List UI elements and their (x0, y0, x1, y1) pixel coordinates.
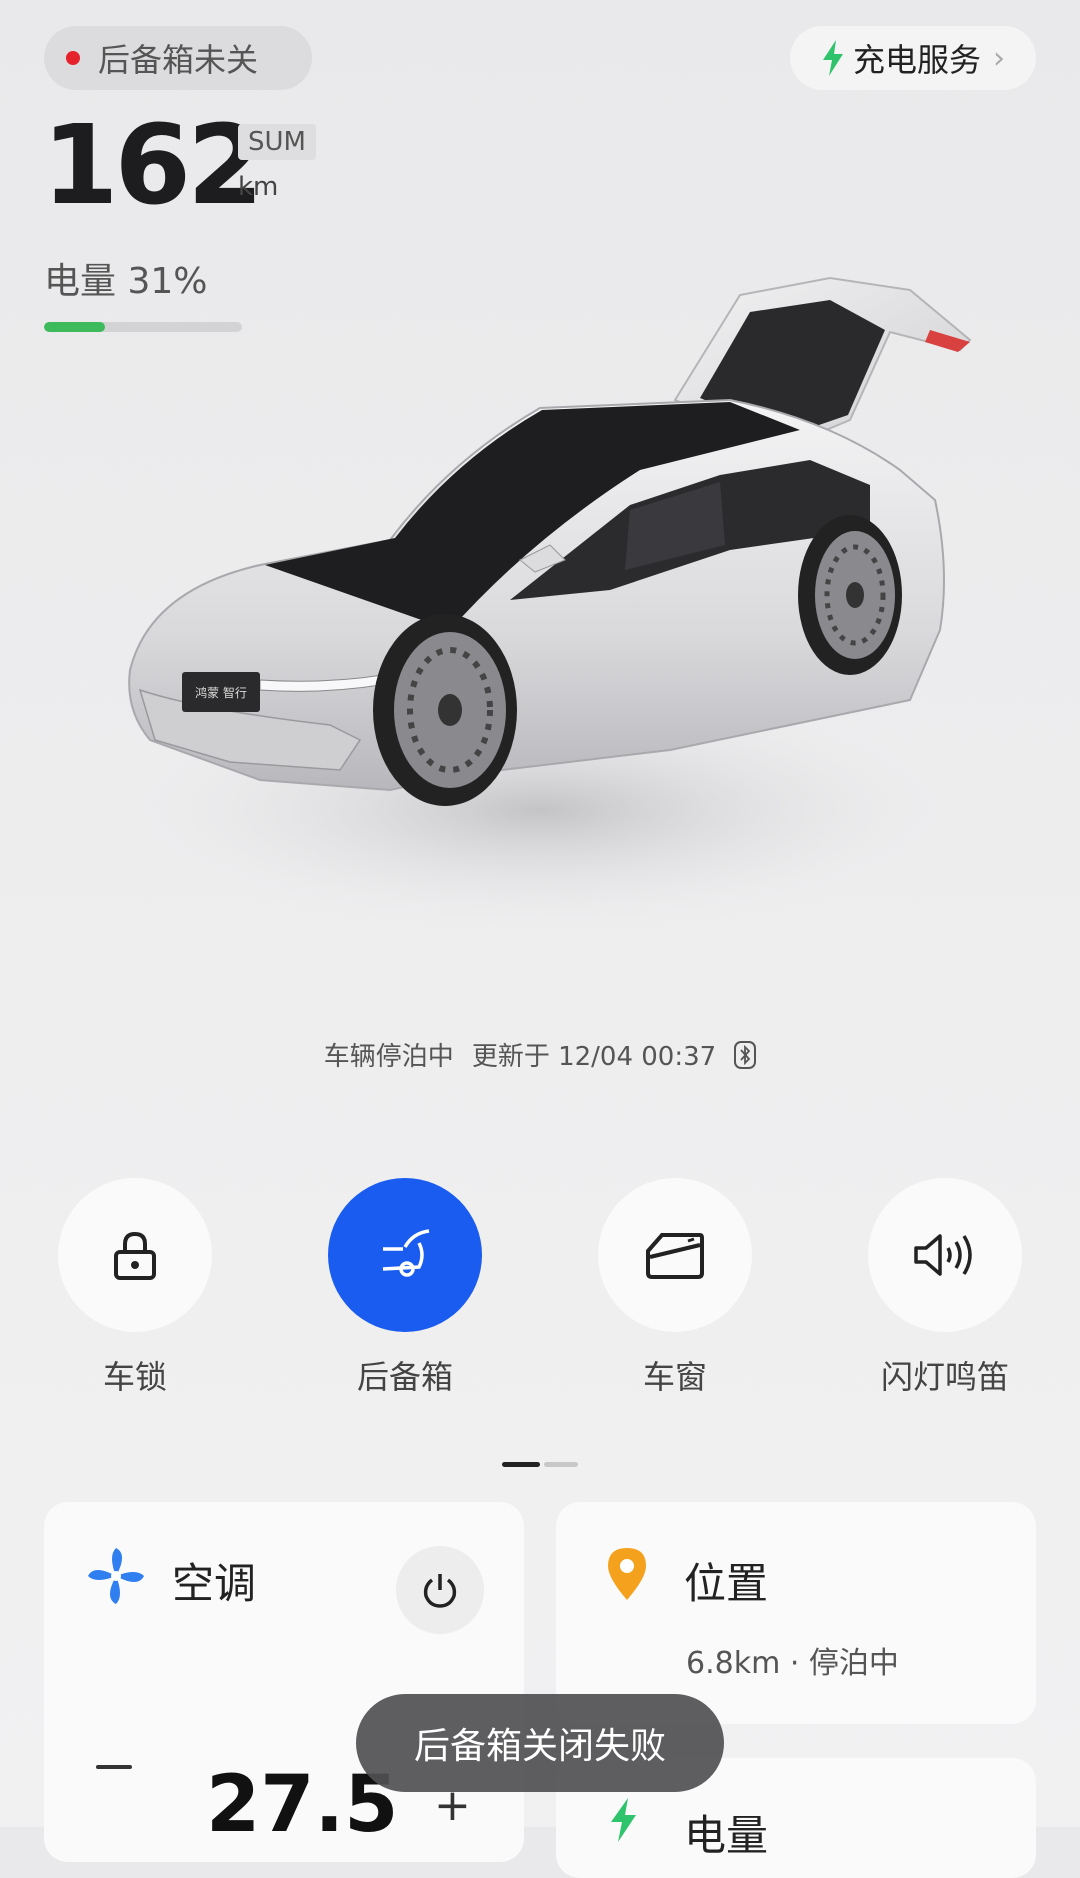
flash-honk-label: 闪灯鸣笛 (880, 1358, 1009, 1396)
climate-power-button[interactable] (396, 1546, 484, 1634)
trunk-close-failed-toast: 后备箱关闭失败 (356, 1694, 724, 1792)
lock-icon (114, 1231, 156, 1280)
trunk-status-text: 后备箱未关 (98, 41, 259, 79)
fan-icon (88, 1548, 144, 1604)
chevron-right-icon: › (993, 40, 1005, 76)
power-title: 电量 (684, 1811, 769, 1860)
temperature-decrease-button[interactable] (96, 1765, 132, 1769)
page-indicator-inactive (544, 1462, 578, 1467)
charge-service-button[interactable]: 充电服务 › (790, 26, 1036, 90)
plate-logo-text: 鸿蒙 智行 (195, 685, 247, 700)
status-dot-icon (66, 51, 80, 65)
page-indicator (502, 1462, 578, 1467)
vehicle-update-status: 车辆停泊中 更新于 12/04 00:37 (0, 1036, 1080, 1073)
page-indicator-active (502, 1462, 540, 1467)
lock-control[interactable]: 车锁 (58, 1178, 212, 1398)
location-title: 位置 (684, 1559, 769, 1608)
vehicle-illustration[interactable]: 鸿蒙 智行 (110, 270, 990, 950)
trunk-button[interactable] (328, 1178, 482, 1332)
trunk-status-pill[interactable]: 后备箱未关 (44, 26, 312, 90)
lock-label: 车锁 (102, 1358, 167, 1396)
window-icon (646, 1233, 704, 1279)
location-pin-icon (608, 1548, 646, 1600)
speaker-icon (914, 1234, 972, 1276)
location-card[interactable]: 位置 6.8km · 停泊中 (556, 1502, 1036, 1724)
range-unit: km (238, 172, 279, 202)
flash-honk-control[interactable]: 闪灯鸣笛 (868, 1178, 1022, 1398)
battery-progress-fill (44, 322, 106, 332)
range-value: 162 (42, 101, 264, 229)
trunk-control[interactable]: 后备箱 (328, 1178, 482, 1398)
update-time-text: 更新于 12/04 00:37 (471, 1042, 717, 1072)
trunk-label: 后备箱 (356, 1358, 453, 1396)
lightning-icon (822, 40, 843, 76)
parking-status-text: 车辆停泊中 (323, 1042, 454, 1072)
location-subtitle: 6.8km · 停泊中 (686, 1646, 899, 1681)
climate-title: 空调 (172, 1559, 257, 1608)
lightning-icon (611, 1798, 636, 1842)
power-icon (423, 1574, 457, 1608)
lock-button[interactable] (58, 1178, 212, 1332)
window-label: 车窗 (642, 1358, 707, 1396)
bluetooth-icon (734, 1040, 757, 1069)
rear-wheel (798, 515, 902, 675)
flash-honk-button[interactable] (868, 1178, 1022, 1332)
range-mode-tag: SUM (238, 124, 316, 160)
charge-service-label: 充电服务 (852, 41, 981, 79)
window-button[interactable] (598, 1178, 752, 1332)
window-control[interactable]: 车窗 (598, 1178, 752, 1398)
trunk-icon (382, 1229, 430, 1277)
front-wheel (373, 614, 517, 806)
